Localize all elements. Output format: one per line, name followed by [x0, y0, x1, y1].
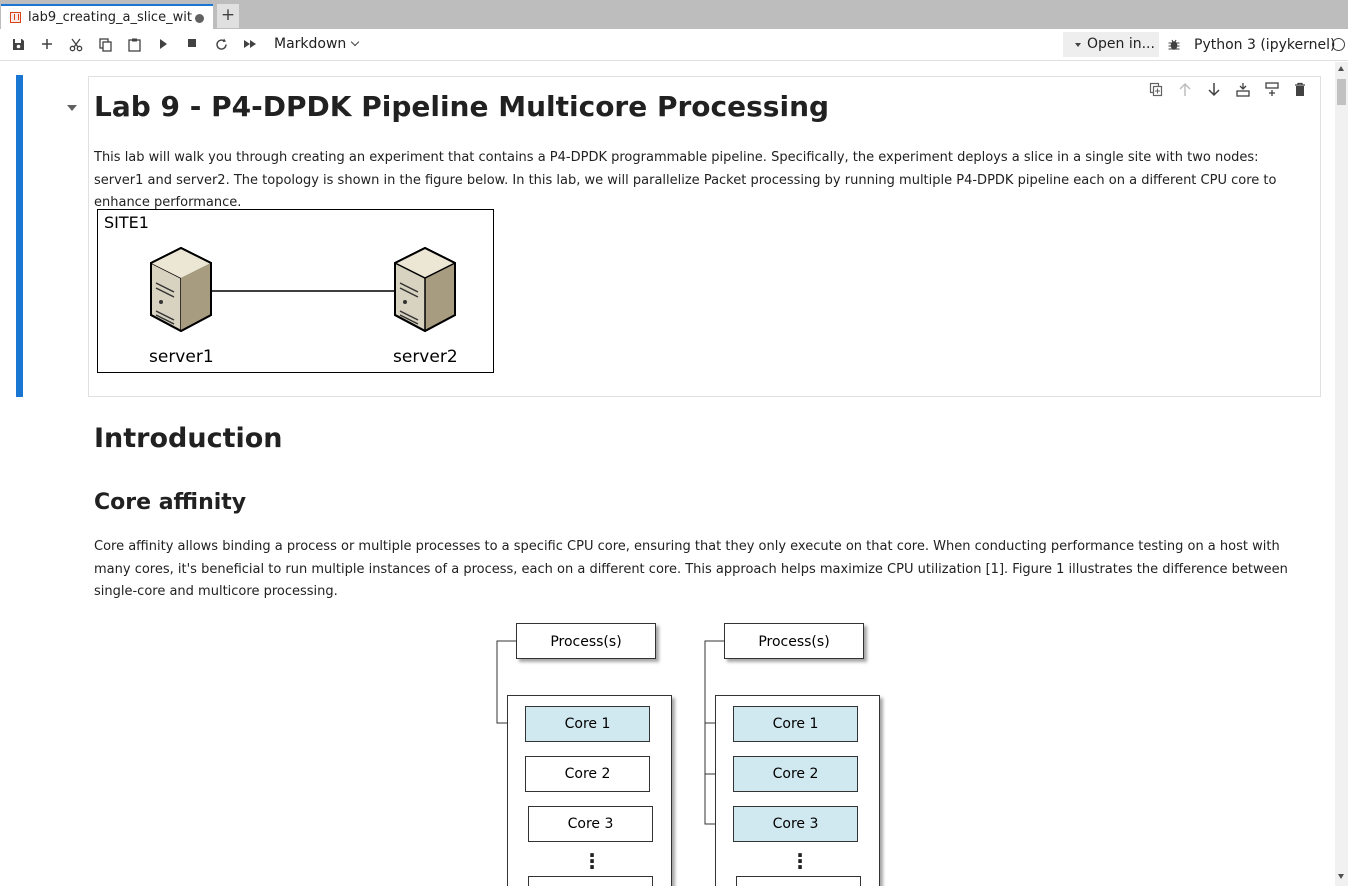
vertical-scrollbar[interactable]	[1335, 62, 1348, 886]
stop-icon	[188, 39, 196, 47]
core-box: Core 2	[525, 756, 650, 792]
fast-forward-icon	[244, 40, 256, 48]
cell-type-label: Markdown	[274, 36, 347, 52]
run-all-button[interactable]	[240, 29, 260, 60]
core-box: Core 2	[733, 756, 858, 792]
trash-icon	[1295, 82, 1305, 96]
core-box: Core 3	[733, 806, 858, 842]
insert-below-icon	[1265, 82, 1279, 96]
core-affinity-figure: Process(s) Core 1 Core 2 Core 3 · · · Proc…	[496, 620, 886, 886]
clipboard-icon	[127, 38, 141, 52]
insert-above-icon	[1236, 83, 1250, 97]
collapse-heading-icon[interactable]	[67, 105, 77, 111]
core-box: Core 3	[528, 806, 653, 842]
scissors-icon	[69, 38, 83, 52]
server2-icon	[394, 246, 456, 333]
bug-icon	[1168, 39, 1180, 50]
page-title: Lab 9 - P4-DPDK Pipeline Multicore Proce…	[94, 90, 830, 123]
core-box: Core 1	[733, 706, 858, 742]
cut-button[interactable]	[66, 29, 86, 60]
topology-figure: SITE1 server1 server2	[97, 209, 494, 373]
insert-cell-above-button[interactable]	[1236, 82, 1258, 102]
delete-cell-button[interactable]	[1294, 82, 1316, 102]
more-cores-icon: · · ·	[588, 843, 596, 879]
notebook-toolbar: Markdown Open in... Python 3 (ipykernel)	[0, 29, 1348, 61]
active-cell-indicator[interactable]	[16, 75, 23, 397]
process-box-multi: Process(s)	[724, 623, 864, 659]
kernel-status-icon	[1332, 38, 1345, 51]
plus-icon	[42, 39, 52, 49]
arrow-down-icon	[1208, 83, 1220, 97]
kernel-name[interactable]: Python 3 (ipykernel)	[1194, 37, 1335, 53]
insert-cell-button[interactable]	[37, 29, 57, 60]
save-icon	[12, 39, 24, 50]
cpu-box-single: Core 1 Core 2 Core 3 · · ·	[507, 695, 672, 886]
open-in-button[interactable]: Open in...	[1063, 32, 1159, 57]
move-cell-down-button[interactable]	[1207, 82, 1229, 102]
save-button[interactable]	[8, 29, 28, 60]
paste-button[interactable]	[124, 29, 144, 60]
insert-cell-below-button[interactable]	[1265, 82, 1287, 102]
introduction-heading: Introduction	[94, 423, 283, 454]
arrow-up-icon	[1179, 82, 1191, 96]
restart-button[interactable]	[211, 29, 231, 60]
intro-paragraph: This lab will walk you through creating …	[94, 150, 1277, 210]
new-tab-button[interactable]: +	[217, 4, 239, 28]
unsaved-indicator-icon[interactable]	[195, 14, 204, 23]
notebook-icon	[10, 12, 21, 23]
core-box-partial	[528, 876, 653, 886]
core-affinity-paragraph: Core affinity allows binding a process o…	[94, 539, 1288, 599]
chevron-down-icon	[351, 37, 360, 47]
cell-type-dropdown[interactable]: Markdown	[274, 36, 360, 52]
caret-down-icon	[1075, 43, 1081, 47]
server1-label: server1	[149, 347, 214, 367]
server2-label: server2	[393, 347, 458, 367]
cpu-box-multi: Core 1 Core 2 Core 3 · · ·	[715, 695, 880, 886]
tab-label: lab9_creating_a_slice_with_p4dpdk.ipynb	[28, 10, 193, 25]
more-cores-icon: · · ·	[796, 843, 804, 879]
scrollbar-thumb[interactable]	[1337, 79, 1346, 105]
notebook-panel[interactable]: Lab 9 - P4-DPDK Pipeline Multicore Proce…	[0, 62, 1348, 886]
duplicate-cell-button[interactable]	[1149, 82, 1171, 102]
notebook-tab[interactable]: lab9_creating_a_slice_with_p4dpdk.ipynb	[1, 4, 213, 29]
tab-bar: lab9_creating_a_slice_with_p4dpdk.ipynb …	[0, 0, 1348, 29]
copy-icon	[98, 38, 112, 52]
play-icon	[160, 39, 167, 49]
open-in-label: Open in...	[1087, 36, 1155, 52]
scroll-down-icon[interactable]	[1338, 874, 1344, 879]
copy-button[interactable]	[95, 29, 115, 60]
refresh-icon	[215, 38, 227, 50]
core-affinity-heading: Core affinity	[94, 490, 247, 515]
duplicate-icon	[1149, 82, 1163, 97]
core-box: Core 1	[525, 706, 650, 742]
scroll-up-icon[interactable]	[1338, 66, 1344, 71]
interrupt-button[interactable]	[182, 29, 202, 60]
server1-icon	[150, 246, 212, 333]
run-button[interactable]	[153, 29, 173, 60]
debugger-button[interactable]	[1164, 29, 1184, 60]
core-box-partial	[736, 876, 861, 886]
move-cell-up-button[interactable]	[1178, 82, 1200, 102]
process-box-single: Process(s)	[516, 623, 656, 659]
